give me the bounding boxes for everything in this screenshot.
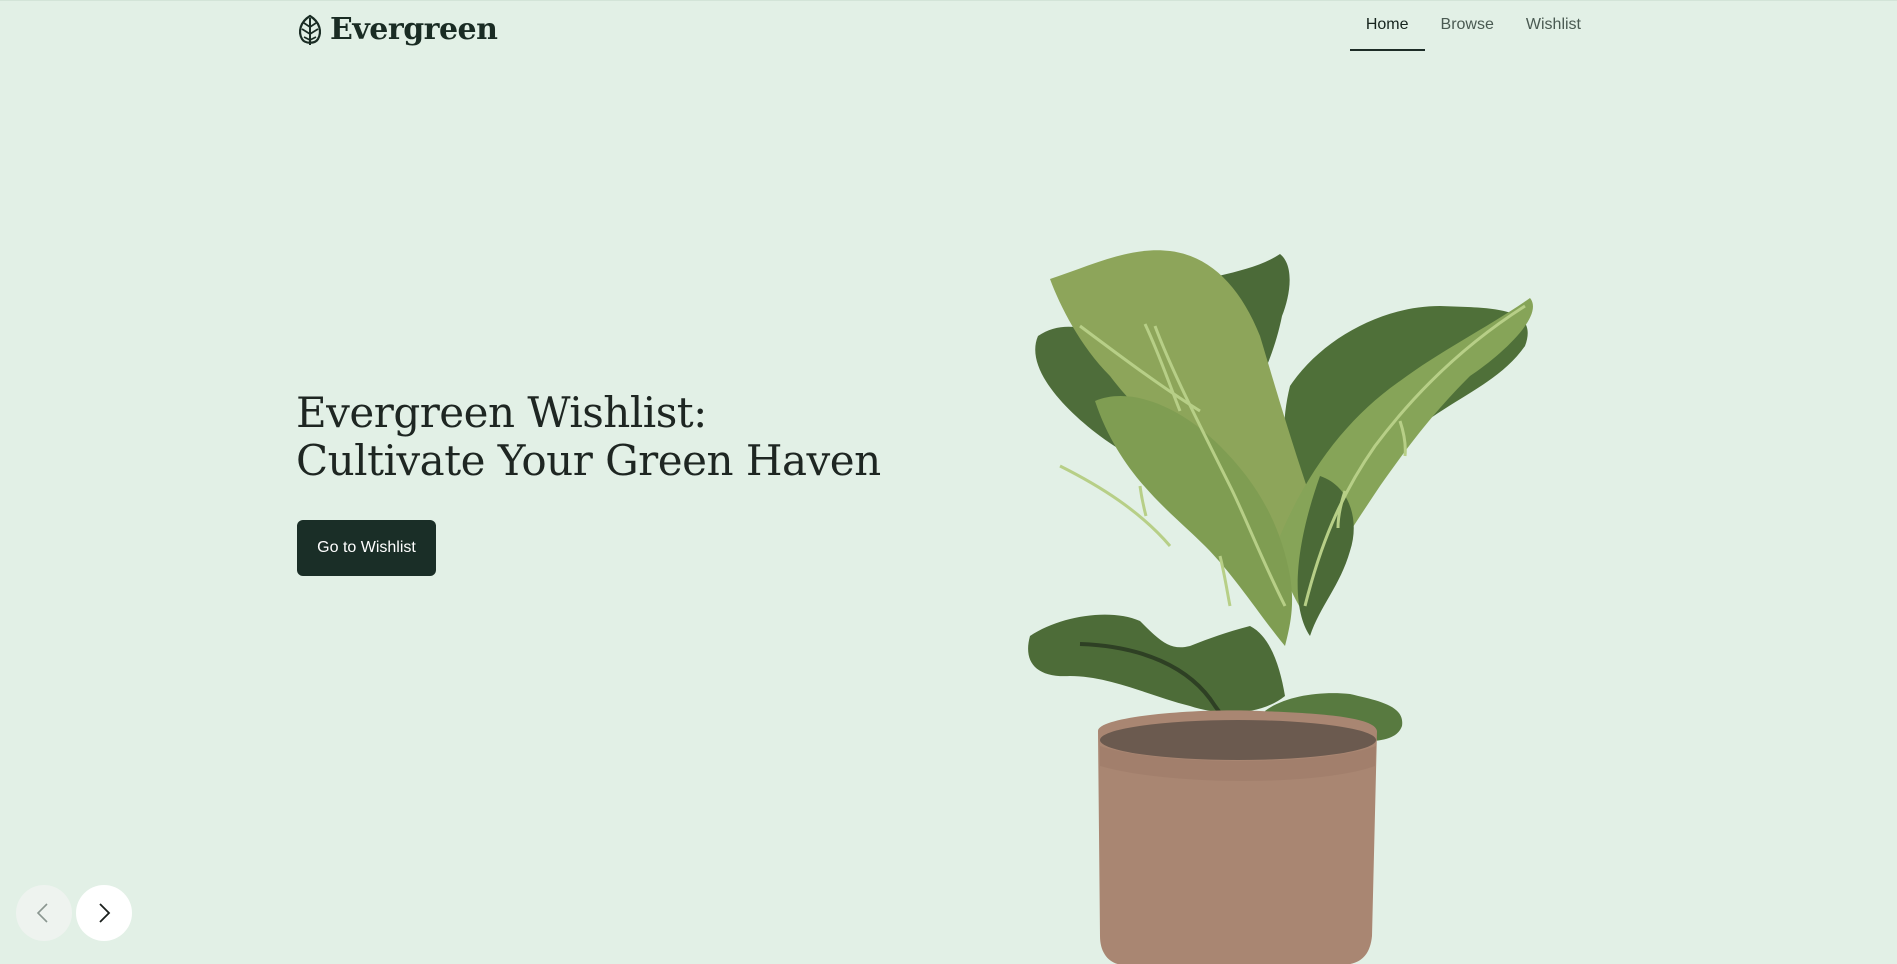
hero-title-line-1: Evergreen Wishlist: xyxy=(296,388,707,437)
page: Evergreen Home Browse Wishlist Evergreen… xyxy=(0,0,1897,964)
hero-title: Evergreen Wishlist: Cultivate Your Green… xyxy=(296,389,881,485)
nav-wishlist[interactable]: Wishlist xyxy=(1510,1,1597,51)
plant-illustration xyxy=(1028,250,1533,964)
go-to-wishlist-button[interactable]: Go to Wishlist xyxy=(297,520,436,576)
leaf-icon xyxy=(299,14,321,45)
nav-home[interactable]: Home xyxy=(1349,1,1425,51)
brand-name: Evergreen xyxy=(330,12,498,47)
main-nav: Home Browse Wishlist xyxy=(1349,1,1597,51)
carousel-prev-button[interactable] xyxy=(16,885,72,941)
chevron-left-icon xyxy=(36,903,48,923)
nav-browse[interactable]: Browse xyxy=(1425,1,1510,51)
carousel-next-button[interactable] xyxy=(76,885,132,941)
brand-logo[interactable]: Evergreen xyxy=(296,12,498,47)
chevron-right-icon xyxy=(99,903,111,923)
hero-title-line-2: Cultivate Your Green Haven xyxy=(296,436,881,485)
